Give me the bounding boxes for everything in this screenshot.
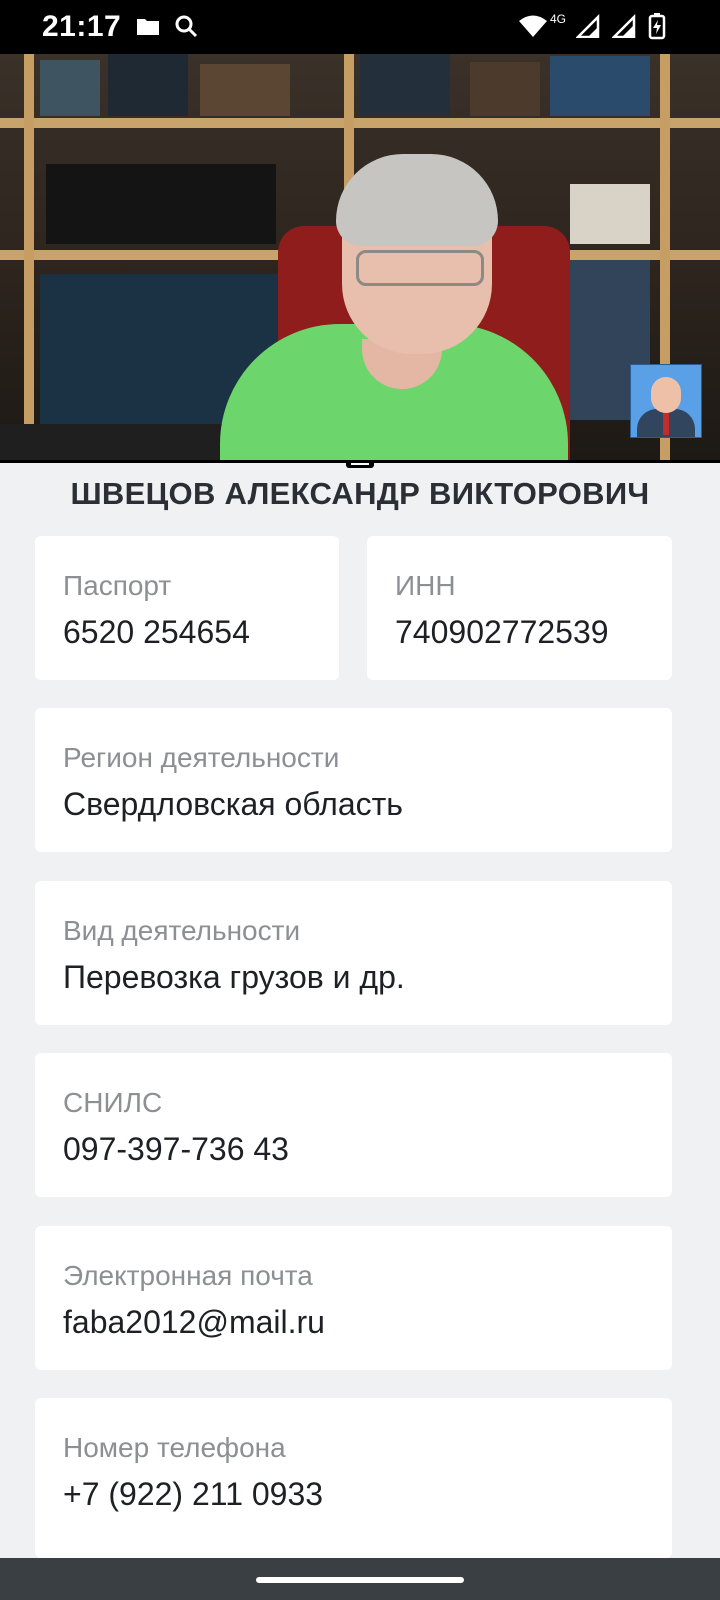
email-card: Электронная почта faba2012@mail.ru: [35, 1226, 672, 1370]
status-time: 21:17: [42, 10, 122, 43]
books-2: [108, 54, 188, 116]
snils-value: 097-397-736 43: [63, 1131, 289, 1167]
status-bar: 21:17 4G: [0, 0, 720, 54]
person-glasses: [356, 250, 484, 286]
region-card: Регион деятельности Свердловская область: [35, 708, 672, 852]
activity-card: Вид деятельности Перевозка грузов и др.: [35, 881, 672, 1025]
phone-value[interactable]: +7 (922) 211 0933: [63, 1476, 323, 1513]
typewriter: [46, 164, 276, 244]
books-3: [200, 64, 290, 116]
pip-video-feed[interactable]: [630, 364, 702, 438]
passport-value: 6520 254654: [63, 614, 250, 650]
passport-card: Паспорт 6520 254654: [35, 536, 339, 680]
inn-card: ИНН 740902772539: [367, 536, 672, 680]
profile-name: ШВЕЦОВ АЛЕКСАНДР ВИКТОРОВИЧ: [70, 476, 650, 511]
person-hair: [336, 154, 498, 246]
snils-label: СНИЛС: [63, 1087, 163, 1118]
region-value: Свердловская область: [63, 786, 403, 822]
email-value[interactable]: faba2012@mail.ru: [63, 1304, 325, 1341]
activity-label: Вид деятельности: [63, 915, 301, 946]
books-4: [360, 54, 450, 116]
desk: [0, 424, 230, 460]
books: [40, 60, 100, 116]
network-type: 4G: [550, 12, 567, 26]
video-feed[interactable]: [0, 54, 720, 460]
bookshelf: [0, 118, 720, 128]
pip-person-head: [651, 377, 681, 413]
books-6: [550, 56, 650, 116]
activity-value: Перевозка грузов и др.: [63, 959, 405, 995]
snils-card: СНИЛС 097-397-736 43: [35, 1053, 672, 1197]
phone-card: Номер телефона +7 (922) 211 0933: [35, 1398, 672, 1558]
folder-icon: [136, 16, 160, 41]
lamp: [570, 184, 650, 244]
battery-charging-icon: [648, 12, 666, 45]
email-label: Электронная почта: [63, 1260, 313, 1291]
inn-label: ИНН: [395, 570, 456, 601]
navigation-bar: [0, 1558, 720, 1600]
inn-value: 740902772539: [395, 614, 609, 650]
home-gesture-handle[interactable]: [256, 1577, 464, 1583]
signal-icon-2: [610, 13, 636, 43]
signal-icon: [574, 13, 600, 43]
pip-person-tie: [663, 411, 669, 435]
books-5: [470, 62, 540, 116]
wifi-icon: [518, 14, 548, 43]
phone-label: Номер телефона: [63, 1432, 286, 1463]
region-label: Регион деятельности: [63, 742, 340, 773]
search-icon: [174, 14, 198, 43]
shelf-pillar: [24, 54, 34, 460]
passport-label: Паспорт: [63, 570, 172, 601]
split-drag-handle[interactable]: [346, 460, 374, 468]
